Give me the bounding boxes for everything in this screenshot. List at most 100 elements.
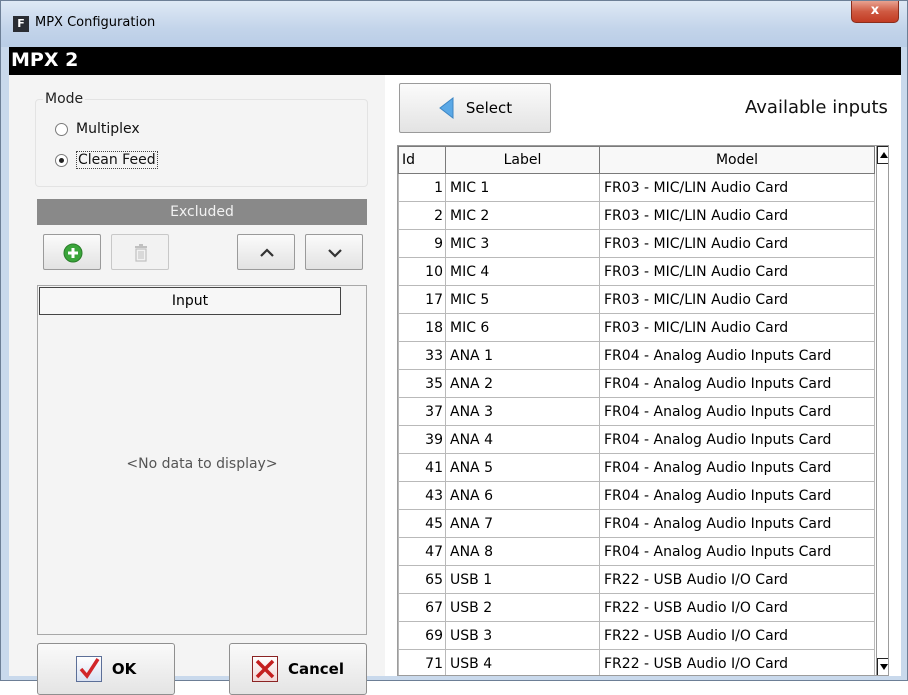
table-row[interactable]: 45 ANA 7 FR04 - Analog Audio Inputs Card — [398, 509, 875, 538]
cell-label[interactable]: ANA 8 — [445, 537, 600, 566]
table-row[interactable]: 69 USB 3 FR22 - USB Audio I/O Card — [398, 621, 875, 650]
cell-id[interactable]: 1 — [398, 173, 446, 202]
ok-label: OK — [111, 660, 137, 678]
cell-label[interactable]: MIC 1 — [445, 173, 600, 202]
cell-label[interactable]: USB 4 — [445, 649, 600, 675]
cell-label[interactable]: MIC 3 — [445, 229, 600, 258]
cell-model[interactable]: FR22 - USB Audio I/O Card — [599, 621, 875, 650]
cell-label[interactable]: ANA 6 — [445, 481, 600, 510]
table-header-row: Id Label Model — [398, 146, 875, 174]
table-row[interactable]: 37 ANA 3 FR04 - Analog Audio Inputs Card — [398, 397, 875, 426]
column-header-id[interactable]: Id — [398, 146, 446, 174]
cell-id[interactable]: 71 — [398, 649, 446, 675]
cell-model[interactable]: FR04 - Analog Audio Inputs Card — [599, 341, 875, 370]
cell-label[interactable]: MIC 4 — [445, 257, 600, 286]
table-body: 1 MIC 1 FR03 - MIC/LIN Audio Card 2 MIC 2 FR0… — [398, 173, 875, 675]
delete-icon — [135, 244, 147, 262]
cell-id[interactable]: 45 — [398, 509, 446, 538]
cell-model[interactable]: FR04 - Analog Audio Inputs Card — [599, 425, 875, 454]
cell-id[interactable]: 33 — [398, 341, 446, 370]
ok-button[interactable]: OK — [37, 643, 175, 695]
cell-model[interactable]: FR04 - Analog Audio Inputs Card — [599, 397, 875, 426]
column-header-label[interactable]: Label — [445, 146, 600, 174]
move-up-button[interactable] — [237, 234, 295, 270]
table-row[interactable]: 33 ANA 1 FR04 - Analog Audio Inputs Card — [398, 341, 875, 370]
move-down-button[interactable] — [305, 234, 363, 270]
cell-label[interactable]: MIC 2 — [445, 201, 600, 230]
cell-id[interactable]: 69 — [398, 621, 446, 650]
cell-model[interactable]: FR03 - MIC/LIN Audio Card — [599, 229, 875, 258]
cell-model[interactable]: FR03 - MIC/LIN Audio Card — [599, 257, 875, 286]
cell-id[interactable]: 47 — [398, 537, 446, 566]
cell-id[interactable]: 65 — [398, 565, 446, 594]
close-button[interactable]: x — [851, 1, 899, 23]
table-row[interactable]: 41 ANA 5 FR04 - Analog Audio Inputs Card — [398, 453, 875, 482]
cell-id[interactable]: 18 — [398, 313, 446, 342]
delete-button[interactable] — [111, 234, 169, 270]
table-row[interactable]: 17 MIC 5 FR03 - MIC/LIN Audio Card — [398, 285, 875, 314]
radio-button-clean-feed[interactable] — [55, 153, 68, 167]
cell-model[interactable]: FR04 - Analog Audio Inputs Card — [599, 537, 875, 566]
cancel-button[interactable]: Cancel — [229, 643, 367, 695]
scroll-down-button[interactable] — [877, 658, 888, 675]
input-column-header[interactable]: Input — [39, 287, 341, 315]
cell-id[interactable]: 43 — [398, 481, 446, 510]
cell-id[interactable]: 9 — [398, 229, 446, 258]
cell-model[interactable]: FR03 - MIC/LIN Audio Card — [599, 173, 875, 202]
table-row[interactable]: 10 MIC 4 FR03 - MIC/LIN Audio Card — [398, 257, 875, 286]
cell-model[interactable]: FR03 - MIC/LIN Audio Card — [599, 313, 875, 342]
table-row[interactable]: 18 MIC 6 FR03 - MIC/LIN Audio Card — [398, 313, 875, 342]
title-bar[interactable]: F MPX Configuration x — [1, 1, 907, 47]
table-row[interactable]: 65 USB 1 FR22 - USB Audio I/O Card — [398, 565, 875, 594]
vertical-scrollbar[interactable] — [876, 146, 888, 675]
radio-multiplex[interactable]: Multiplex — [55, 121, 140, 137]
radio-button-multiplex[interactable] — [55, 122, 68, 136]
cell-label[interactable]: USB 2 — [445, 593, 600, 622]
cell-model[interactable]: FR04 - Analog Audio Inputs Card — [599, 481, 875, 510]
cell-model[interactable]: FR22 - USB Audio I/O Card — [599, 593, 875, 622]
cell-label[interactable]: ANA 7 — [445, 509, 600, 538]
cell-label[interactable]: USB 1 — [445, 565, 600, 594]
cell-model[interactable]: FR22 - USB Audio I/O Card — [599, 649, 875, 675]
cell-model[interactable]: FR04 - Analog Audio Inputs Card — [599, 509, 875, 538]
table-row[interactable]: 71 USB 4 FR22 - USB Audio I/O Card — [398, 649, 875, 675]
cell-label[interactable]: ANA 1 — [445, 341, 600, 370]
cell-model[interactable]: FR04 - Analog Audio Inputs Card — [599, 453, 875, 482]
cell-id[interactable]: 41 — [398, 453, 446, 482]
table-row[interactable]: 47 ANA 8 FR04 - Analog Audio Inputs Card — [398, 537, 875, 566]
cell-id[interactable]: 35 — [398, 369, 446, 398]
cell-label[interactable]: MIC 5 — [445, 285, 600, 314]
table-row[interactable]: 39 ANA 4 FR04 - Analog Audio Inputs Card — [398, 425, 875, 454]
cell-label[interactable]: ANA 4 — [445, 425, 600, 454]
cell-id[interactable]: 39 — [398, 425, 446, 454]
column-header-model[interactable]: Model — [599, 146, 875, 174]
select-button[interactable]: Select — [399, 83, 551, 133]
scroll-up-button[interactable] — [877, 146, 888, 164]
cell-id[interactable]: 10 — [398, 257, 446, 286]
table-row[interactable]: 35 ANA 2 FR04 - Analog Audio Inputs Card — [398, 369, 875, 398]
cell-label[interactable]: ANA 5 — [445, 453, 600, 482]
client-area: MPX 2 Mode Multiplex Clean Feed Excluded — [9, 47, 901, 695]
cell-label[interactable]: ANA 3 — [445, 397, 600, 426]
table-row[interactable]: 67 USB 2 FR22 - USB Audio I/O Card — [398, 593, 875, 622]
cell-id[interactable]: 67 — [398, 593, 446, 622]
cell-id[interactable]: 17 — [398, 285, 446, 314]
cell-model[interactable]: FR03 - MIC/LIN Audio Card — [599, 201, 875, 230]
table-row[interactable]: 1 MIC 1 FR03 - MIC/LIN Audio Card — [398, 173, 875, 202]
table-row[interactable]: 43 ANA 6 FR04 - Analog Audio Inputs Card — [398, 481, 875, 510]
excluded-grid[interactable]: Input <No data to display> — [37, 285, 367, 635]
cell-id[interactable]: 2 — [398, 201, 446, 230]
cell-model[interactable]: FR22 - USB Audio I/O Card — [599, 565, 875, 594]
cell-model[interactable]: FR03 - MIC/LIN Audio Card — [599, 285, 875, 314]
available-inputs-grid[interactable]: Id Label Model 1 MIC 1 FR03 - MIC/LIN Audi… — [397, 145, 889, 676]
table-row[interactable]: 9 MIC 3 FR03 - MIC/LIN Audio Card — [398, 229, 875, 258]
cell-label[interactable]: MIC 6 — [445, 313, 600, 342]
radio-clean-feed[interactable]: Clean Feed — [55, 151, 158, 169]
scroll-thumb[interactable] — [878, 168, 888, 494]
cell-model[interactable]: FR04 - Analog Audio Inputs Card — [599, 369, 875, 398]
table-row[interactable]: 2 MIC 2 FR03 - MIC/LIN Audio Card — [398, 201, 875, 230]
cell-id[interactable]: 37 — [398, 397, 446, 426]
add-button[interactable] — [43, 234, 101, 270]
cell-label[interactable]: USB 3 — [445, 621, 600, 650]
cell-label[interactable]: ANA 2 — [445, 369, 600, 398]
